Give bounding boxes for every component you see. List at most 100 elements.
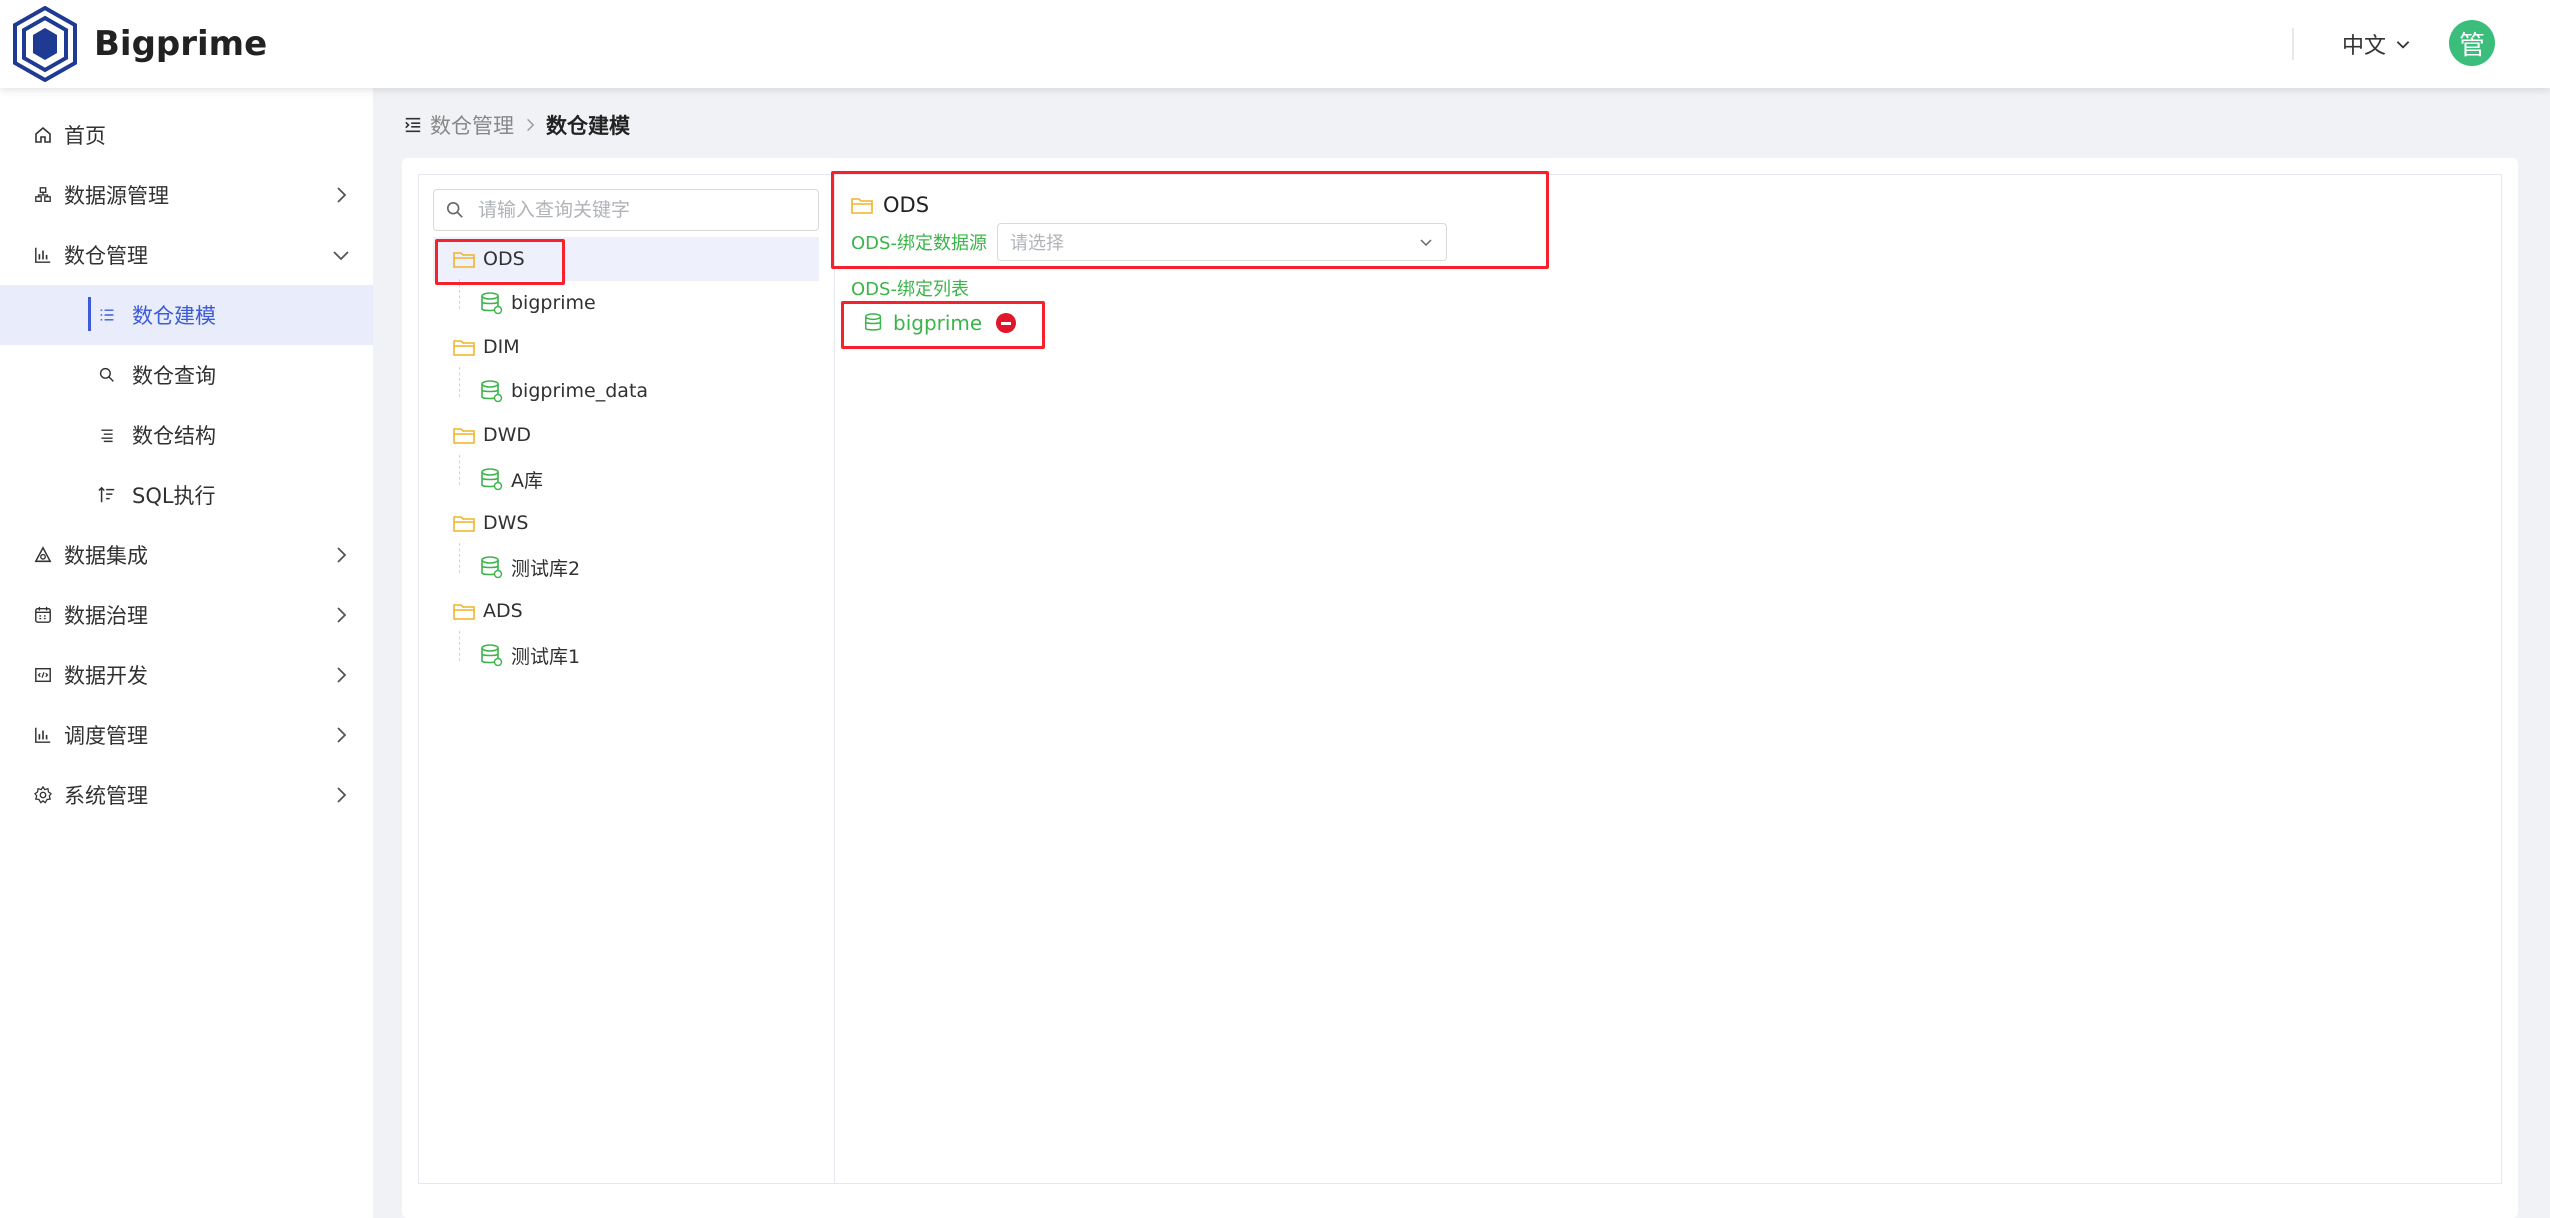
chevron-right-icon bbox=[337, 667, 347, 683]
chevron-right-icon bbox=[337, 547, 347, 563]
sidebar-item-label: 数仓建模 bbox=[132, 304, 216, 328]
user-avatar[interactable]: 管 bbox=[2449, 20, 2495, 66]
chevron-right-icon bbox=[337, 787, 347, 803]
database-icon bbox=[479, 467, 503, 491]
sidebar-item-label: 首页 bbox=[64, 124, 106, 148]
modeling-panel: ODS bigprime DIM bigprime_data DWD bbox=[418, 171, 2502, 1184]
sidebar-item-label: 数据治理 bbox=[64, 604, 148, 628]
detail-title-text: ODS bbox=[883, 193, 930, 217]
list-icon bbox=[96, 304, 118, 326]
tree-leaf-a-lib[interactable]: A库 bbox=[459, 457, 819, 501]
menu-fold-icon[interactable] bbox=[404, 116, 422, 134]
tree-leaf-test-lib-2[interactable]: 测试库2 bbox=[459, 545, 819, 589]
top-header: Bigprime 中文 管 bbox=[0, 0, 2550, 88]
tree-leaf-label: bigprime_data bbox=[511, 380, 649, 402]
sidebar-item-label: 数仓查询 bbox=[132, 364, 216, 388]
language-switcher[interactable]: 中文 bbox=[2342, 28, 2412, 60]
sidebar-item-modeling[interactable]: 数仓建模 bbox=[0, 285, 373, 345]
tree-search bbox=[433, 189, 819, 231]
layer-tree: ODS bigprime DIM bigprime_data DWD bbox=[419, 175, 835, 1183]
database-icon bbox=[865, 313, 882, 331]
sidebar-item-label: 系统管理 bbox=[64, 784, 148, 808]
sidebar-item-home[interactable]: 首页 bbox=[0, 105, 373, 165]
calendar-icon bbox=[32, 604, 54, 626]
detail-title: ODS bbox=[851, 193, 929, 217]
sql-icon bbox=[96, 484, 118, 506]
bind-source-row: ODS-绑定数据源 请选择 bbox=[851, 223, 1447, 261]
chevron-right-icon bbox=[527, 118, 535, 132]
folder-icon bbox=[453, 249, 475, 269]
bigprime-logo-icon bbox=[13, 6, 77, 82]
database-icon bbox=[479, 555, 503, 579]
chevron-down-icon bbox=[2396, 41, 2410, 49]
tree-folder-label: DWS bbox=[483, 512, 529, 534]
chevron-right-icon bbox=[337, 607, 347, 623]
sidebar-item-warehouse[interactable]: 数仓管理 bbox=[0, 225, 373, 285]
bound-item: bigprime bbox=[863, 311, 1017, 335]
folder-icon bbox=[453, 601, 475, 621]
tree-leaf-label: 测试库2 bbox=[511, 557, 581, 580]
brand-name: Bigprime bbox=[94, 24, 268, 64]
breadcrumb-parent[interactable]: 数仓管理 bbox=[430, 110, 514, 140]
chevron-down-icon bbox=[333, 251, 349, 261]
folder-icon bbox=[453, 425, 475, 445]
minus-icon bbox=[1001, 321, 1012, 325]
bound-item-label: bigprime bbox=[893, 311, 983, 335]
database-icon bbox=[479, 291, 503, 315]
sidebar-item-development[interactable]: 数据开发 bbox=[0, 645, 373, 705]
sidebar-item-label: 调度管理 bbox=[64, 724, 148, 748]
tree-leaf-bigprime-data[interactable]: bigprime_data bbox=[459, 369, 819, 413]
bar-chart-icon bbox=[32, 244, 54, 266]
tree-folder-label: ODS bbox=[483, 248, 525, 270]
breadcrumb: 数仓管理 数仓建模 bbox=[404, 110, 630, 140]
sidebar-item-label: 数仓结构 bbox=[132, 424, 216, 448]
structure-icon bbox=[96, 424, 118, 446]
tree-leaf-bigprime[interactable]: bigprime bbox=[459, 281, 819, 325]
search-icon bbox=[446, 201, 463, 218]
tree-folder-label: DIM bbox=[483, 336, 520, 358]
active-indicator bbox=[88, 297, 91, 331]
sidebar-item-query[interactable]: 数仓查询 bbox=[0, 345, 373, 405]
database-icon bbox=[479, 643, 503, 667]
sidebar-item-scheduling[interactable]: 调度管理 bbox=[0, 705, 373, 765]
chevron-down-icon bbox=[1420, 239, 1432, 247]
tree-folder-label: ADS bbox=[483, 600, 523, 622]
sidebar-item-label: 数据集成 bbox=[64, 544, 148, 568]
bar-chart-icon bbox=[32, 724, 54, 746]
tree-leaf-test-lib-1[interactable]: 测试库1 bbox=[459, 633, 819, 677]
language-label: 中文 bbox=[2342, 34, 2387, 59]
header-divider bbox=[2292, 28, 2294, 60]
sidebar-item-structure[interactable]: 数仓结构 bbox=[0, 405, 373, 465]
sidebar-item-system[interactable]: 系统管理 bbox=[0, 765, 373, 825]
tree-folder-ads[interactable]: ADS bbox=[433, 589, 819, 633]
sidebar-item-governance[interactable]: 数据治理 bbox=[0, 585, 373, 645]
tree-search-input[interactable] bbox=[478, 199, 808, 221]
sidebar-item-datasource[interactable]: 数据源管理 bbox=[0, 165, 373, 225]
breadcrumb-current: 数仓建模 bbox=[546, 114, 630, 138]
sidebar: 首页 数据源管理 数仓管理 数仓建模 数仓查询 数仓结构 SQL执行 数据集成 … bbox=[0, 88, 373, 1218]
bind-source-select[interactable]: 请选择 bbox=[996, 223, 1447, 261]
tree-leaf-label: bigprime bbox=[511, 292, 596, 314]
home-icon bbox=[32, 124, 54, 146]
sidebar-item-sql[interactable]: SQL执行 bbox=[0, 465, 373, 525]
sidebar-item-integration[interactable]: 数据集成 bbox=[0, 525, 373, 585]
select-placeholder: 请选择 bbox=[1009, 233, 1064, 254]
chevron-right-icon bbox=[337, 187, 347, 203]
sidebar-item-label: SQL执行 bbox=[132, 484, 216, 508]
folder-icon bbox=[453, 513, 475, 533]
folder-icon bbox=[453, 337, 475, 357]
sidebar-item-label: 数仓管理 bbox=[64, 244, 148, 268]
database-icon bbox=[479, 379, 503, 403]
bind-source-label: ODS-绑定数据源 bbox=[851, 233, 987, 254]
tree-folder-dws[interactable]: DWS bbox=[433, 501, 819, 545]
tree-folder-ods[interactable]: ODS bbox=[433, 237, 819, 281]
tree-folder-dwd[interactable]: DWD bbox=[433, 413, 819, 457]
folder-icon bbox=[851, 198, 873, 214]
main-card: ODS bigprime DIM bigprime_data DWD bbox=[402, 158, 2518, 1218]
code-icon bbox=[32, 664, 54, 686]
tree-leaf-label: 测试库1 bbox=[511, 645, 581, 668]
tree-folder-dim[interactable]: DIM bbox=[433, 325, 819, 369]
chevron-right-icon bbox=[337, 727, 347, 743]
search-icon bbox=[96, 364, 118, 386]
remove-binding-button[interactable] bbox=[996, 313, 1017, 333]
